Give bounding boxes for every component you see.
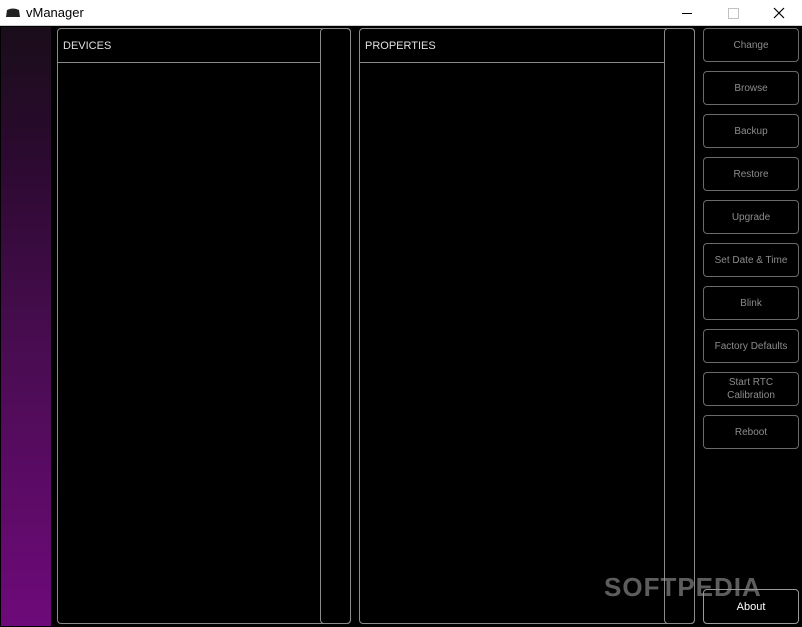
reboot-button[interactable]: Reboot [703, 415, 799, 449]
device-icon [6, 8, 20, 17]
blink-button[interactable]: Blink [703, 286, 799, 320]
maximize-icon [727, 7, 739, 19]
properties-panel: PROPERTIES [359, 28, 695, 624]
side-gradient-strip [1, 27, 51, 626]
close-icon [773, 7, 785, 19]
start-rtc-calibration-button[interactable]: Start RTC Calibration [703, 372, 799, 406]
set-date-time-button[interactable]: Set Date & Time [703, 243, 799, 277]
maximize-button[interactable] [710, 0, 756, 26]
minimize-icon [682, 12, 692, 14]
minimize-button[interactable] [664, 0, 710, 26]
backup-button[interactable]: Backup [703, 114, 799, 148]
browse-button[interactable]: Browse [703, 71, 799, 105]
upgrade-button[interactable]: Upgrade [703, 200, 799, 234]
about-button[interactable]: About [703, 589, 799, 624]
properties-header: PROPERTIES [360, 29, 664, 63]
change-button[interactable]: Change [703, 28, 799, 62]
title-bar: vManager [0, 0, 802, 26]
window-title: vManager [26, 5, 84, 20]
restore-button[interactable]: Restore [703, 157, 799, 191]
properties-scrollbar[interactable] [664, 28, 695, 624]
devices-header: DEVICES [58, 29, 320, 63]
devices-panel: DEVICES [57, 28, 351, 624]
close-button[interactable] [756, 0, 802, 26]
devices-scrollbar[interactable] [320, 28, 351, 624]
factory-defaults-button[interactable]: Factory Defaults [703, 329, 799, 363]
